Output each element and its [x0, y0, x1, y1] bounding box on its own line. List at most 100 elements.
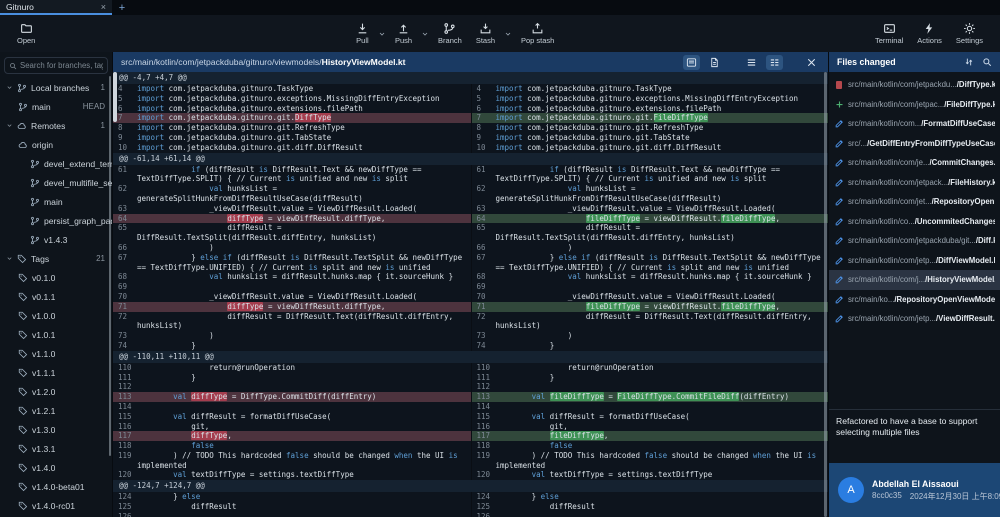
file-row--formatdiffusecase-kt[interactable]: src/main/kotlin/com.../FormatDiffUseCase…: [829, 114, 1000, 134]
diff-left-cell: 72 diffResult = DiffResult.Text(diffResu…: [113, 312, 471, 332]
tree-item-v1-4-0-rc01[interactable]: v1.4.0-rc01: [0, 496, 112, 515]
file-path: src/main/kotlin/com/jetpackdu.../DiffTyp…: [848, 80, 995, 89]
code-line: } else: [137, 492, 471, 502]
open-button[interactable]: Open: [10, 20, 42, 47]
tree-item-v0-1-1[interactable]: v0.1.1: [0, 287, 112, 306]
tree-item-devel-extend-termina[interactable]: devel_extend_termina: [0, 154, 112, 173]
file-row--viewdiffresult-kt[interactable]: src/main/kotlin/com/jetp.../ViewDiffResu…: [829, 309, 1000, 329]
terminal-button[interactable]: Terminal: [868, 20, 910, 47]
file-row--historyviewmodel-kt[interactable]: src/main/kotlin/com/j.../HistoryViewMode…: [829, 270, 1000, 290]
search-icon[interactable]: [982, 57, 992, 67]
file-row--repositoryopen-kt[interactable]: src/main/kotlin/com/jet.../RepositoryOpe…: [829, 192, 1000, 212]
tree-item-v1-3-1[interactable]: v1.3.1: [0, 439, 112, 458]
tree-item-main[interactable]: mainHEAD: [0, 97, 112, 116]
hunk-header: @@ -4,7 +4,7 @@: [113, 72, 828, 84]
file-row--filedifftype-kt[interactable]: src/main/kotlin/com/jetpac.../FileDiffTy…: [829, 95, 1000, 115]
tree-section-tags[interactable]: Tags21: [0, 249, 112, 268]
tree-item-v1-1-0[interactable]: v1.1.0: [0, 344, 112, 363]
push-button[interactable]: Push: [388, 20, 419, 47]
branch-search-box[interactable]: [4, 57, 108, 74]
tree-item-devel-multifile-selecti[interactable]: devel_multifile_selecti: [0, 173, 112, 192]
code-line: git,: [496, 422, 829, 432]
tree-section-remotes[interactable]: Remotes1: [0, 116, 112, 135]
tree-item-v1-4-3[interactable]: v1.4.3: [0, 230, 112, 249]
diff-left-cell: 69: [113, 282, 471, 292]
actions-button[interactable]: Actions: [910, 20, 949, 47]
stash-button[interactable]: Stash: [469, 20, 502, 47]
pull-dropdown-button[interactable]: [376, 30, 388, 38]
file-row--uncommitedchanges-kt[interactable]: src/main/kotlin/co.../UncommitedChanges.…: [829, 212, 1000, 232]
pencil-icon: [835, 217, 844, 226]
diff-row: 62 val hunksList = generateSplitHunkFrom…: [113, 184, 828, 204]
new-tab-button[interactable]: +: [112, 0, 132, 15]
tree-item-persist-graph-paddin[interactable]: persist_graph_paddin: [0, 211, 112, 230]
pop-stash-button[interactable]: Pop stash: [514, 20, 561, 47]
tab-close-icon[interactable]: ×: [101, 2, 106, 12]
diff-right-scrollbar[interactable]: [824, 72, 827, 517]
text-view-button[interactable]: [706, 55, 723, 70]
full-file-view-button[interactable]: [683, 55, 700, 70]
stash-label: Stash: [476, 36, 495, 45]
tree-item-v1-2-0[interactable]: v1.2.0: [0, 382, 112, 401]
pull-button[interactable]: Pull: [349, 20, 376, 47]
line-number: 71: [472, 302, 496, 312]
tree-item-label: v0.1.1: [32, 292, 55, 302]
file-path: src/main/ko.../RepositoryOpenViewModel.k…: [848, 295, 995, 304]
diff-right-cell: 74 }: [471, 341, 829, 351]
line-number: 4: [472, 84, 496, 94]
file-row--diffviewmodel-kt[interactable]: src/main/kotlin/com/jetp.../DiffViewMode…: [829, 251, 1000, 271]
tree-item-v1-4-0-beta01[interactable]: v1.4.0-beta01: [0, 477, 112, 496]
code-line: _viewDiffResult.value = ViewDiffResult.L…: [137, 204, 471, 214]
diff-left-cell: 125 diffResult: [113, 502, 471, 512]
code-line: import com.jetpackduba.gitnuro.git.Refre…: [496, 123, 829, 133]
tree-item-v1-0-1[interactable]: v1.0.1: [0, 325, 112, 344]
line-number: 61: [472, 165, 496, 185]
line-number: 8: [113, 123, 137, 133]
push-dropdown-button[interactable]: [419, 30, 431, 38]
tree-item-v1-1-1[interactable]: v1.1.1: [0, 363, 112, 382]
file-row--commitchanges-kt[interactable]: src/main/kotlin/com/je.../CommitChanges.…: [829, 153, 1000, 173]
file-path: src/main/kotlin/com/je.../CommitChanges.…: [848, 158, 995, 167]
pencil-icon: [835, 314, 844, 323]
pencil-icon: [835, 275, 844, 284]
tree-item-v0-1-0[interactable]: v0.1.0: [0, 268, 112, 287]
tree-item-label: v1.2.0: [32, 387, 55, 397]
code-line: import com.jetpackduba.gitnuro.extension…: [137, 104, 471, 114]
tree-item-v1-3-0[interactable]: v1.3.0: [0, 420, 112, 439]
tree-item-v1-4-0[interactable]: v1.4.0: [0, 458, 112, 477]
unified-view-button[interactable]: [743, 55, 760, 70]
tree-item-origin[interactable]: origin: [0, 135, 112, 154]
file-row--getdiffentryfromdifftypeusecase-kt[interactable]: src/.../GetDiffEntryFromDiffTypeUseCase.…: [829, 134, 1000, 154]
tree-item-v1-0-0[interactable]: v1.0.0: [0, 306, 112, 325]
code-line: import com.jetpackduba.gitnuro.git.FileD…: [496, 113, 829, 123]
stash-dropdown-button[interactable]: [502, 30, 514, 38]
push-label: Push: [395, 36, 412, 45]
tab-gitnuro[interactable]: Gitnuro ×: [0, 0, 112, 15]
split-view-button[interactable]: [766, 55, 783, 70]
file-row--filehistory-kt[interactable]: src/main/kotlin/com/jetpack.../FileHisto…: [829, 173, 1000, 193]
branch-button[interactable]: Branch: [431, 20, 469, 47]
settings-button[interactable]: Settings: [949, 20, 990, 47]
close-diff-button[interactable]: [803, 55, 820, 70]
diff-path-prefix: src/main/kotlin/com/jetpackduba/gitnuro/…: [121, 57, 322, 67]
diff-row: 61 if (diffResult is DiffResult.Text && …: [113, 165, 828, 185]
line-number: 117: [113, 431, 137, 441]
diff-right-cell: 73 ): [471, 331, 829, 341]
file-row--difftype-kt[interactable]: src/main/kotlin/com/jetpackdu.../DiffTyp…: [829, 75, 1000, 95]
terminal-label: Terminal: [875, 36, 903, 45]
file-row--repositoryopenviewmodel-kt[interactable]: src/main/ko.../RepositoryOpenViewModel.k…: [829, 290, 1000, 310]
tree-item-v1-2-1[interactable]: v1.2.1: [0, 401, 112, 420]
diff-right-cell: 110 return@runOperation: [471, 363, 829, 373]
branch-search-input[interactable]: [20, 61, 103, 70]
file-row--diff-kt[interactable]: src/main/kotlin/com/jetpackduba/git.../D…: [829, 231, 1000, 251]
stash-icon: [479, 22, 492, 35]
sort-icon[interactable]: [964, 57, 974, 67]
diff-left-cell: 61 if (diffResult is DiffResult.Text && …: [113, 165, 471, 185]
diff-row: 119 ) // TODO This hardcoded false shoul…: [113, 451, 828, 471]
hunk-header: @@ -124,7 +124,7 @@: [113, 480, 828, 492]
diff-left-scrollbar[interactable]: [113, 72, 117, 122]
code-line: val textDiffType = settings.textDiffType: [496, 470, 829, 480]
tree-section-local-branches[interactable]: Local branches1: [0, 78, 112, 97]
tree-item-main[interactable]: main: [0, 192, 112, 211]
sidebar-scrollbar[interactable]: [109, 76, 111, 456]
